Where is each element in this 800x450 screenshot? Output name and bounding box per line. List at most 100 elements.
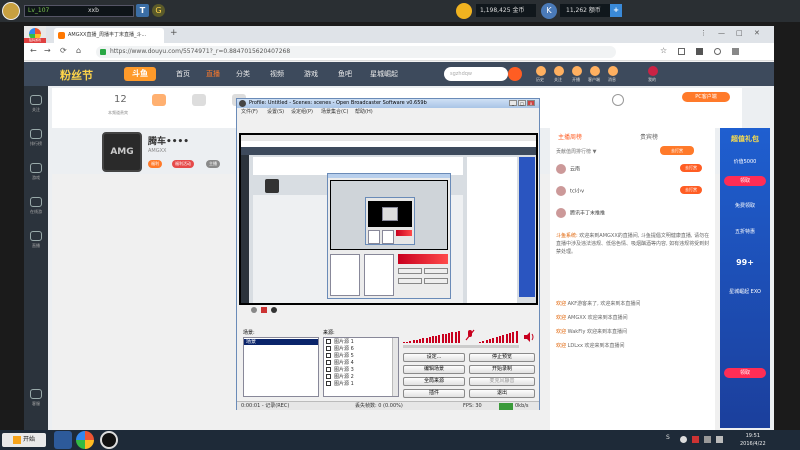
menu-home[interactable]: 首页 (176, 69, 190, 79)
obs-close-button[interactable]: x (527, 100, 535, 106)
obs-minimize-button[interactable]: _ (509, 100, 517, 106)
sources-scrollbar[interactable] (392, 338, 398, 396)
anchor-avatar[interactable]: AMG (102, 132, 142, 172)
start-button[interactable]: 开始 (2, 433, 46, 447)
search-icon[interactable] (508, 67, 522, 81)
rank-action-button[interactable]: 去打赏 (680, 186, 702, 194)
menu-category[interactable]: 分类 (236, 69, 250, 79)
global-sources-button[interactable]: 全局来源 (403, 377, 465, 386)
tray-icon[interactable] (692, 436, 699, 443)
taskbar-app-obs[interactable] (100, 431, 118, 449)
new-tab-button[interactable]: + (170, 28, 178, 38)
user-avatar[interactable] (648, 66, 658, 76)
follow-icon[interactable] (554, 66, 564, 76)
ad-claim-button[interactable]: 领取 (724, 368, 766, 378)
menu-live[interactable]: 直播 (206, 69, 220, 79)
rank-button[interactable]: 去打赏 (660, 146, 694, 155)
preview-zoom-icon[interactable] (251, 307, 257, 313)
minimize-button[interactable]: — (718, 29, 725, 37)
tray-icon[interactable] (680, 436, 687, 443)
add-currency-button[interactable]: + (610, 4, 622, 17)
obs-menu-settings[interactable]: 设置(S) (267, 108, 284, 116)
ad-banner[interactable]: 超值礼包 价值5000 领取 免费领取 五折特惠 99+ 星城崛起 EXO 领取 (720, 128, 770, 428)
source-checkbox[interactable] (326, 360, 331, 365)
settings-button[interactable]: 设定... (403, 353, 465, 362)
message-icon[interactable] (608, 66, 618, 76)
rail-follow[interactable]: 关注 (24, 92, 48, 116)
menu-video[interactable]: 视频 (270, 69, 284, 79)
speaker-icon[interactable] (523, 331, 535, 343)
rail-ranking[interactable]: 排行榜 (24, 126, 48, 150)
desktop-volume-meter[interactable] (403, 331, 461, 343)
tray-s[interactable]: S (666, 434, 670, 441)
taskbar-app-game[interactable] (54, 431, 72, 449)
browser-tab[interactable]: AMGXX直播_周播丰丁末直播_斗... (54, 28, 164, 43)
menu-fishbar[interactable]: 鱼吧 (338, 69, 352, 79)
source-item[interactable]: 图片源 5 (326, 353, 354, 360)
menu-starcity[interactable]: 星城崛起 (370, 69, 398, 79)
player-avatar[interactable] (2, 2, 20, 20)
source-item[interactable]: 图片源 4 (326, 360, 354, 367)
source-checkbox[interactable] (326, 339, 331, 344)
source-checkbox[interactable] (326, 346, 331, 351)
scenes-list[interactable]: 场景 (243, 337, 319, 397)
source-item[interactable]: 图片源 2 (326, 374, 354, 381)
search-input[interactable]: sgzhdqw (444, 67, 522, 81)
sources-list[interactable]: 图片源 1 图片源 6 图片源 5 图片源 4 图片源 3 图片源 2 图片源 … (323, 337, 399, 397)
browser-logo[interactable]: 猛犸游戏 (24, 26, 46, 43)
taskbar-app-browser[interactable] (76, 431, 94, 449)
source-checkbox[interactable] (326, 367, 331, 372)
source-item[interactable]: 图片源 3 (326, 367, 354, 374)
network-icon[interactable] (704, 436, 711, 443)
settings-gear-icon[interactable] (732, 48, 739, 55)
mic-button[interactable]: 麦克风静音 (469, 377, 535, 386)
broadcast-icon[interactable] (572, 66, 582, 76)
plugins-button[interactable]: 插件 (403, 389, 465, 398)
back-button[interactable]: ← (30, 46, 37, 55)
address-bar[interactable]: https://www.douyu.com/5574971?_r=0.88470… (96, 46, 616, 58)
source-item[interactable]: 图片源 1 (326, 339, 354, 346)
douyu-badge[interactable]: 斗鱼 (124, 67, 156, 81)
rail-games[interactable]: 游戏 (24, 160, 48, 184)
preview-record-icon[interactable] (261, 307, 267, 313)
source-checkbox[interactable] (326, 374, 331, 379)
mic-volume-meter[interactable] (479, 331, 519, 343)
pc-client-button[interactable]: PC客户端 (682, 92, 730, 102)
site-logo[interactable]: 粉丝节 (60, 67, 93, 83)
share-icon[interactable] (612, 94, 624, 106)
stop-preview-button[interactable]: 停止预览 (469, 353, 535, 362)
menu-games[interactable]: 游戏 (304, 69, 318, 79)
obs-maximize-button[interactable]: □ (518, 100, 526, 106)
bookmark-star-icon[interactable]: ☆ (660, 46, 667, 55)
close-button[interactable]: ✕ (754, 29, 760, 37)
source-item[interactable]: 图片源 1 (326, 381, 354, 388)
rail-live[interactable]: 直播 (24, 228, 48, 252)
preview-mode-icon[interactable] (271, 307, 277, 313)
volume-icon[interactable] (716, 436, 723, 443)
source-checkbox[interactable] (326, 381, 331, 386)
maximize-button[interactable]: □ (736, 29, 743, 37)
rail-online[interactable]: 在线游 (24, 194, 48, 218)
source-checkbox[interactable] (326, 353, 331, 358)
fans-icon[interactable] (152, 94, 166, 106)
mic-muted-icon[interactable] (465, 329, 475, 341)
reload-button[interactable]: ⟳ (60, 46, 67, 55)
downloads-icon[interactable] (714, 48, 721, 55)
wave-icon[interactable] (192, 94, 206, 106)
volume-slider[interactable] (403, 345, 519, 348)
obs-menu-profile[interactable]: 设定组(P) (291, 108, 313, 116)
obs-menu-file[interactable]: 文件(F) (241, 108, 258, 116)
exit-button[interactable]: 退出 (469, 389, 535, 398)
home-button[interactable]: ⌂ (76, 46, 81, 55)
ad-claim-button[interactable]: 领取 (724, 176, 766, 186)
vip-rank-tab[interactable]: 贵宾榜 (640, 132, 658, 141)
t-button[interactable]: T (136, 4, 149, 17)
rail-service[interactable]: 客服 (24, 386, 48, 410)
obs-menu-help[interactable]: 帮助(H) (355, 108, 373, 116)
start-record-button[interactable]: 开始录制 (469, 365, 535, 374)
source-item[interactable]: 图片源 6 (326, 346, 354, 353)
g-button[interactable]: G (152, 4, 165, 17)
clock[interactable]: 19:51 2016/4/22 (740, 432, 766, 448)
screenshot-icon[interactable] (678, 48, 685, 55)
client-icon[interactable] (590, 66, 600, 76)
